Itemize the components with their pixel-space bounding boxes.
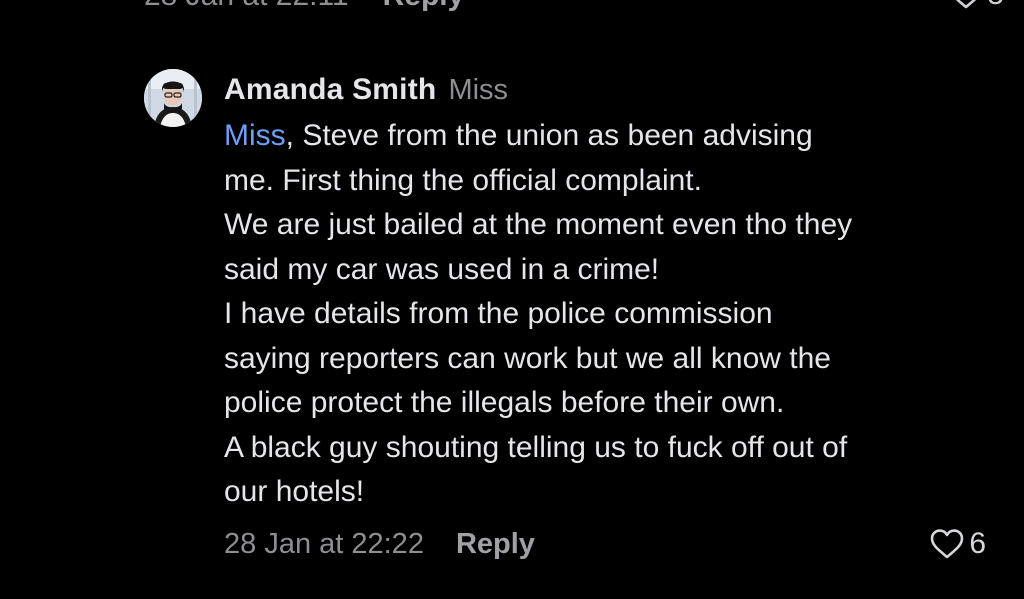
author-tag: Miss (448, 74, 509, 106)
comment-line: police protect the illegals before their… (224, 386, 785, 419)
reply-button[interactable]: Reply (456, 528, 535, 561)
comment-line: We are just bailed at the moment even th… (224, 208, 853, 241)
previous-comment-reply-button[interactable]: Reply (383, 0, 465, 13)
comment-thread: 28 Jan at 22:11 Reply 5 (0, 0, 1024, 599)
comment-footer: 28 Jan at 22:22 Reply 6 (224, 522, 1004, 566)
previous-comment-footer: 28 Jan at 22:11 Reply 5 (144, 0, 1004, 14)
comment-text: Miss, Steve from the union as been advis… (224, 114, 1004, 515)
comment-header: Amanda Smith Miss (224, 66, 1004, 114)
heart-outline-icon (956, 0, 977, 9)
user-avatar-icon (144, 69, 202, 127)
comment-line: saying reporters can work but we all kno… (224, 341, 831, 375)
comment-line: I have details from the police commissio… (224, 297, 773, 330)
heart-outline-icon (931, 529, 964, 559)
comment-line: Miss, Steve from the union as been advis… (224, 114, 1004, 159)
previous-comment-timestamp: 28 Jan at 22:11 (144, 0, 349, 13)
previous-comment-like-count: 5 (987, 0, 1004, 12)
avatar[interactable] (144, 69, 202, 127)
like-count: 6 (969, 527, 986, 560)
author-name[interactable]: Amanda Smith (224, 66, 436, 114)
comment-line-text: , Steve from the union as been advising (285, 119, 813, 152)
comment-line: me. First thing the official complaint. (224, 163, 702, 197)
comment-timestamp: 28 Jan at 22:22 (224, 527, 424, 560)
comment-line: our hotels! (224, 475, 365, 508)
like-button[interactable]: 6 (929, 522, 986, 566)
comment-line: said my car was used in a crime! (224, 252, 660, 286)
previous-comment-like-button[interactable]: 5 (949, 0, 1004, 12)
comment-body: Amanda Smith Miss Miss, Steve from the u… (224, 66, 1004, 515)
comment-line: A black guy shouting telling us to fuck … (224, 430, 848, 464)
mention-link[interactable]: Miss (224, 119, 286, 152)
